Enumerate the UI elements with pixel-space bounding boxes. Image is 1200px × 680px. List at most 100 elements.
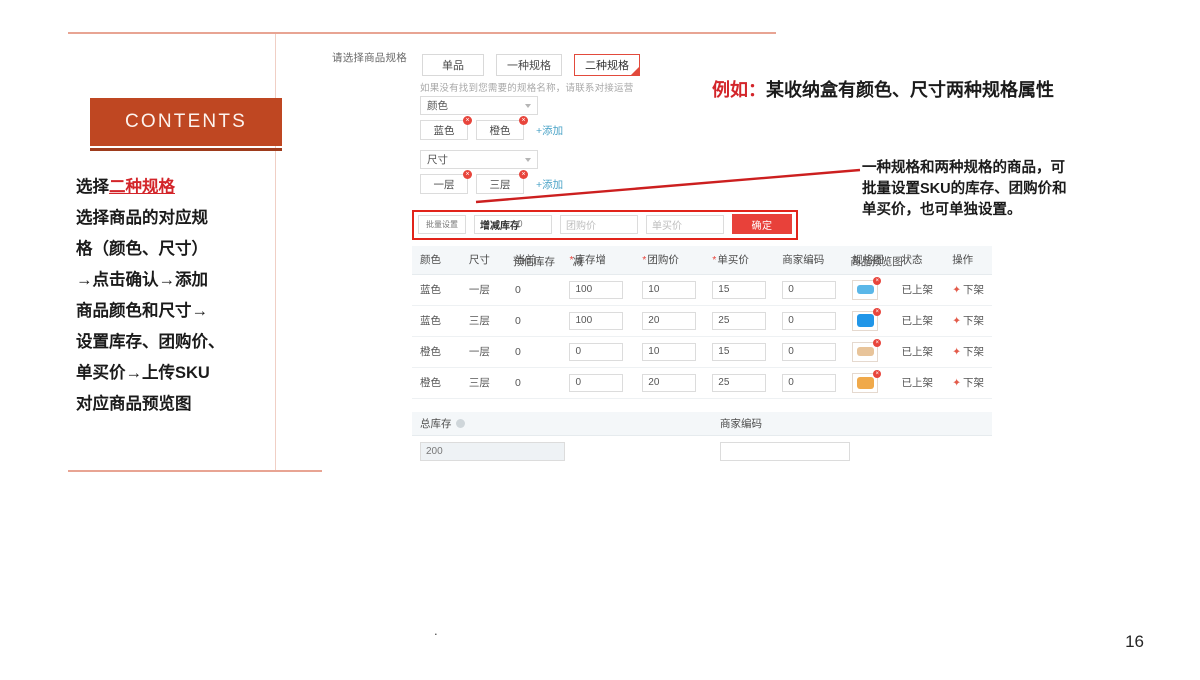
single-price-input[interactable]: 25 [712, 311, 767, 330]
cell-preview: × [844, 305, 894, 337]
batch-group-price-input[interactable]: 团购价 [560, 214, 638, 234]
remove-image-icon[interactable]: × [873, 307, 882, 316]
cell-color: 蓝色 [412, 274, 461, 306]
th-current-stock: 当前 预估库存 [506, 246, 562, 275]
cell-color: 蓝色 [412, 305, 461, 337]
merchant-code-input[interactable]: 0 [782, 342, 837, 361]
size-spec-select-value: 尺寸 [427, 154, 448, 166]
color-spec-select-value: 颜色 [427, 100, 448, 112]
color-spec-select[interactable]: 颜色 [420, 96, 538, 115]
preview-thumbnail[interactable]: × [852, 276, 882, 300]
sku-table-header-row: 颜色 尺寸 当前 预估库存 *库存增减 *团购价 *单买价 商家编码 规格图 商… [412, 246, 992, 275]
star-icon: ✦ [952, 284, 961, 296]
unlist-link[interactable]: 下架 [963, 284, 984, 296]
single-price-input[interactable]: 25 [712, 373, 767, 392]
color-tag-orange[interactable]: 橙色 × [476, 116, 528, 140]
color-tag-blue[interactable]: 蓝色 × [420, 116, 472, 140]
total-stock-label: 总库存 [420, 418, 452, 430]
product-image [856, 347, 874, 356]
merchant-code-input[interactable]: 0 [782, 311, 837, 330]
cell-color: 橙色 [412, 336, 461, 368]
batch-stock-input[interactable]: 增减库存 0 [474, 214, 552, 234]
merchant-code-field[interactable] [720, 441, 850, 461]
remove-image-icon[interactable]: × [873, 369, 882, 378]
left-line-0-highlight: 二种规格 [109, 178, 175, 196]
group-price-input[interactable]: 20 [642, 311, 697, 330]
confirm-button[interactable]: 确定 [732, 214, 792, 234]
cell-current-stock: 0 [506, 367, 562, 399]
merchant-code-input[interactable]: 0 [782, 373, 837, 392]
preview-thumbnail[interactable]: × [852, 338, 882, 362]
left-line-4: 商品颜色和尺寸→ [76, 302, 208, 320]
cell-color: 橙色 [412, 367, 461, 399]
delete-icon[interactable]: × [463, 170, 472, 179]
unlist-link[interactable]: 下架 [963, 315, 984, 327]
group-price-input[interactable]: 20 [642, 373, 697, 392]
tab-single-product[interactable]: 单品 [422, 54, 484, 76]
unlist-link[interactable]: 下架 [963, 346, 984, 358]
cell-group-price: 10 [634, 336, 705, 368]
stock-change-input[interactable]: 0 [569, 373, 624, 392]
cell-merchant-code: 0 [774, 367, 845, 399]
batch-setting-toolbar: 批量设置 增减库存 0 团购价 单买价 确定 [418, 214, 792, 234]
merchant-code-header: 商家编码 [720, 418, 762, 430]
table-row: 蓝色 一层 0 100 10 15 0 × 已上架 ✦ 下架 [412, 274, 992, 306]
preview-thumbnail[interactable]: × [852, 369, 882, 393]
delete-icon[interactable]: × [463, 116, 472, 125]
delete-icon[interactable]: × [519, 116, 528, 125]
sku-table-body: 蓝色 一层 0 100 10 15 0 × 已上架 ✦ 下架 蓝色 三层 0 1… [412, 274, 992, 399]
size-tag-one-layer[interactable]: 一层 × [420, 170, 472, 194]
left-line-2: 格（颜色、尺寸） [76, 240, 208, 258]
batch-stock-input-value: 增减库存 [480, 220, 520, 232]
single-price-input[interactable]: 15 [712, 342, 767, 361]
left-line-5: 设置库存、团购价、 [76, 333, 225, 351]
cell-size: 三层 [460, 305, 507, 337]
cell-stock-change: 100 [561, 274, 635, 306]
th-current-stock-overlap: 预估库存 [512, 255, 555, 268]
stock-change-input[interactable]: 100 [569, 280, 624, 299]
total-stock-header: 总库存 [412, 416, 712, 431]
chevron-down-icon [525, 103, 531, 108]
remove-image-icon[interactable]: × [873, 338, 882, 347]
left-line-3: →点击确认→添加 [76, 271, 208, 289]
tab-one-spec[interactable]: 一种规格 [496, 54, 562, 76]
delete-icon[interactable]: × [519, 170, 528, 179]
group-price-input[interactable]: 10 [642, 342, 697, 361]
cell-current-stock: 0 [506, 305, 562, 337]
help-icon[interactable] [455, 419, 465, 428]
add-color-link[interactable]: +添加 [536, 123, 563, 138]
group-price-input[interactable]: 10 [642, 280, 697, 299]
batch-single-price-input[interactable]: 单买价 [646, 214, 724, 234]
spec-group-size: 尺寸 一层 × 三层 × +添加 [420, 150, 563, 194]
color-tag-row: 蓝色 × 橙色 × +添加 [420, 116, 563, 140]
preview-thumbnail[interactable]: × [852, 307, 882, 331]
stock-change-input[interactable]: 0 [569, 342, 624, 361]
batch-setting-button[interactable]: 批量设置 [418, 214, 466, 234]
cell-size: 三层 [460, 367, 507, 399]
cell-operation: ✦ 下架 [944, 336, 992, 368]
cell-preview: × [844, 367, 894, 399]
tab-two-specs[interactable]: 二种规格 [574, 54, 640, 76]
cell-status: 已上架 [893, 274, 945, 306]
left-line-1: 选择商品的对应规 [76, 209, 208, 227]
table-row: 橙色 一层 0 0 10 15 0 × 已上架 ✦ 下架 [412, 336, 992, 368]
star-icon: ✦ [952, 346, 961, 358]
cell-operation: ✦ 下架 [944, 274, 992, 306]
batch-note-annotation: 一种规格和两种规格的商品，可 批量设置SKU的库存、团购价和 单买价，也可单独设… [862, 158, 1192, 221]
unlist-link[interactable]: 下架 [963, 377, 984, 389]
left-line-0-prefix: 选择 [76, 178, 109, 196]
remove-image-icon[interactable]: × [873, 276, 882, 285]
cell-preview: × [844, 336, 894, 368]
merchant-code-input[interactable]: 0 [782, 280, 837, 299]
cell-merchant-code: 0 [774, 274, 845, 306]
example-annotation-text: 某收纳盒有颜色、尺寸两种规格属性 [766, 80, 1054, 100]
size-tag-three-layer[interactable]: 三层 × [476, 170, 528, 194]
add-size-link[interactable]: +添加 [536, 177, 563, 192]
size-spec-select[interactable]: 尺寸 [420, 150, 538, 169]
stock-change-input[interactable]: 100 [569, 311, 624, 330]
left-line-7: 对应商品预览图 [76, 395, 192, 413]
th-group-price: *团购价 [634, 246, 705, 275]
cell-operation: ✦ 下架 [944, 305, 992, 337]
cell-group-price: 20 [634, 305, 705, 337]
single-price-input[interactable]: 15 [712, 280, 767, 299]
